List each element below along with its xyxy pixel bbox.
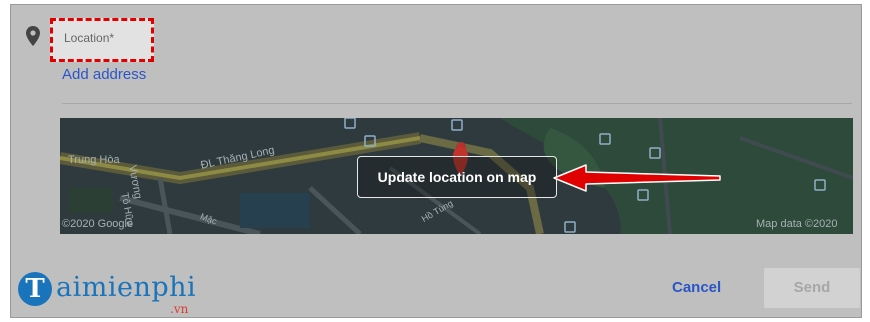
logo-brand-text: aimienphi bbox=[56, 272, 197, 303]
map-attribution-data: Map data ©2020 bbox=[756, 218, 838, 230]
send-button[interactable]: Send bbox=[764, 268, 860, 308]
watermark-logo: T aimienphi .vn bbox=[18, 268, 208, 316]
add-address-link[interactable]: Add address bbox=[62, 66, 146, 83]
logo-mark-icon: T bbox=[18, 272, 52, 306]
divider bbox=[62, 103, 852, 104]
location-field-label: Location* bbox=[64, 31, 115, 45]
cancel-button[interactable]: Cancel bbox=[672, 279, 721, 296]
red-arrow-annotation-icon bbox=[553, 164, 721, 192]
logo-suffix: .vn bbox=[170, 302, 189, 316]
street-label: Trung Hòa bbox=[68, 154, 120, 166]
map-attribution-google: ©2020 Google bbox=[62, 218, 134, 230]
location-pin-icon bbox=[26, 26, 40, 46]
update-location-on-map-button[interactable]: Update location on map bbox=[357, 156, 557, 198]
